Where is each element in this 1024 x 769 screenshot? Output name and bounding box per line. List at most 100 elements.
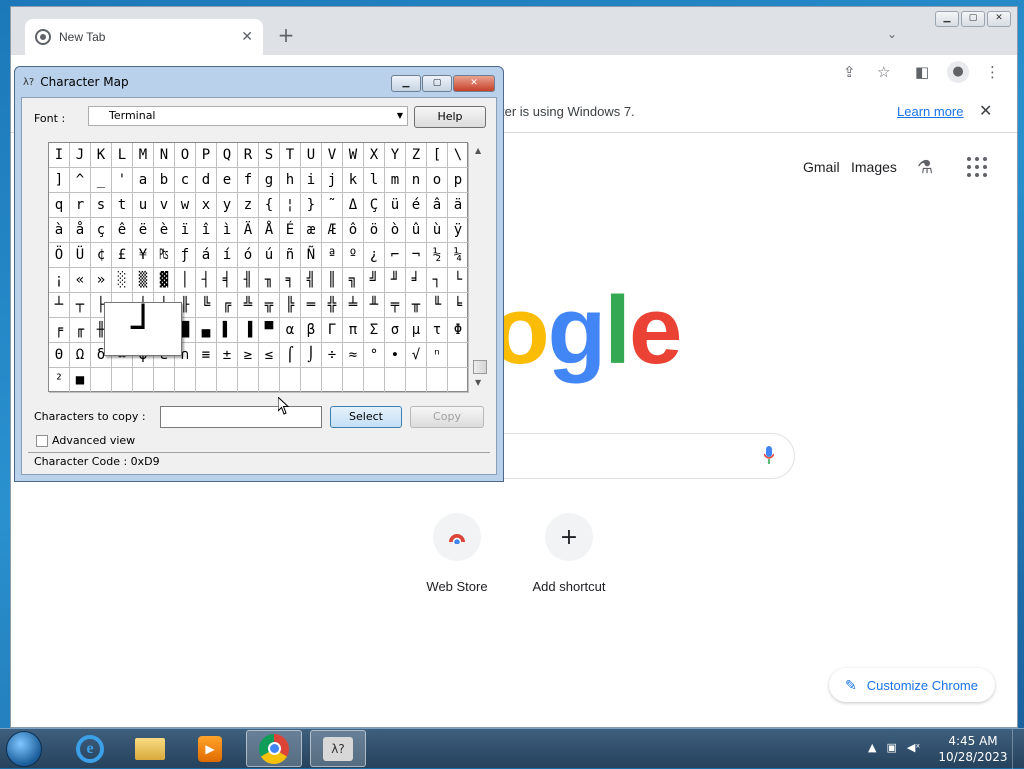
character-cell[interactable]: U	[301, 143, 322, 168]
select-button[interactable]: Select	[330, 406, 402, 428]
character-cell[interactable]: g	[259, 168, 280, 193]
character-cell[interactable]	[91, 368, 112, 393]
show-hidden-icons-icon[interactable]: ▲	[868, 741, 876, 754]
character-cell[interactable]: Ü	[70, 243, 91, 268]
character-cell[interactable]: ƒ	[175, 243, 196, 268]
charmap-maximize-button[interactable]: ▢	[422, 75, 452, 92]
character-cell[interactable]: W	[343, 143, 364, 168]
character-cell[interactable]: Ä	[238, 218, 259, 243]
character-cell[interactable]: ⌠	[280, 343, 301, 368]
character-cell[interactable]: ₧	[154, 243, 175, 268]
character-cell[interactable]: Ω	[70, 343, 91, 368]
character-cell[interactable]: ╛	[406, 268, 427, 293]
character-cell[interactable]: ╘	[448, 293, 469, 318]
character-cell[interactable]: b	[154, 168, 175, 193]
volume-muted-icon[interactable]: ◀ˣ	[907, 741, 920, 754]
character-cell[interactable]: Φ	[448, 318, 469, 343]
character-cell[interactable]	[196, 368, 217, 393]
tab-close-icon[interactable]: ✕	[241, 29, 253, 45]
character-cell[interactable]: ╗	[343, 268, 364, 293]
character-cell[interactable]: â	[427, 193, 448, 218]
character-cell[interactable]: S	[259, 143, 280, 168]
character-cell[interactable]: R	[238, 143, 259, 168]
character-cell[interactable]: ■	[70, 368, 91, 393]
character-cell[interactable]	[175, 368, 196, 393]
character-grid-scrollbar[interactable]: ▲ ▼	[472, 142, 488, 392]
character-cell[interactable]: ¦	[280, 193, 301, 218]
show-desktop-button[interactable]	[1012, 729, 1024, 769]
character-cell[interactable]: P	[196, 143, 217, 168]
character-cell[interactable]: ┬	[70, 293, 91, 318]
character-cell[interactable]	[448, 368, 469, 393]
character-cell[interactable]	[448, 343, 469, 368]
character-cell[interactable]: ì	[217, 218, 238, 243]
character-cell[interactable]	[280, 368, 301, 393]
bookmark-star-icon[interactable]: ☆	[877, 63, 890, 81]
character-cell[interactable]: ░	[112, 268, 133, 293]
character-cell[interactable]: ╦	[259, 293, 280, 318]
character-cell[interactable]: J	[70, 143, 91, 168]
character-cell[interactable]: ï	[175, 218, 196, 243]
character-cell[interactable]	[301, 368, 322, 393]
scroll-up-icon[interactable]: ▲	[475, 146, 481, 155]
character-cell[interactable]: å	[70, 218, 91, 243]
character-cell[interactable]: î	[196, 218, 217, 243]
character-cell[interactable]: K	[91, 143, 112, 168]
network-icon[interactable]: ▣	[886, 741, 896, 754]
character-cell[interactable]: ½	[427, 243, 448, 268]
character-cell[interactable]: ╒	[49, 318, 70, 343]
character-cell[interactable]: ⁿ	[427, 343, 448, 368]
character-cell[interactable]	[154, 368, 175, 393]
character-cell[interactable]: I	[49, 143, 70, 168]
character-cell[interactable]: ▄	[196, 318, 217, 343]
character-cell[interactable]: ò	[385, 218, 406, 243]
character-cell[interactable]: a	[133, 168, 154, 193]
character-cell[interactable]: │	[175, 268, 196, 293]
character-cell[interactable]: α	[280, 318, 301, 343]
character-cell[interactable]: ≥	[238, 343, 259, 368]
character-cell[interactable]: ¬	[406, 243, 427, 268]
character-cell[interactable]: ]	[49, 168, 70, 193]
scrollbar-thumb[interactable]	[473, 360, 487, 374]
character-cell[interactable]: ═	[301, 293, 322, 318]
character-cell[interactable]	[112, 368, 133, 393]
character-cell[interactable]: X	[364, 143, 385, 168]
character-cell[interactable]: N	[154, 143, 175, 168]
character-cell[interactable]: ▐	[238, 318, 259, 343]
character-cell[interactable]: L	[112, 143, 133, 168]
character-cell[interactable]: \	[448, 143, 469, 168]
character-cell[interactable]: ˜	[322, 193, 343, 218]
character-cell[interactable]	[217, 368, 238, 393]
customize-chrome-button[interactable]: ✎ Customize Chrome	[829, 668, 995, 702]
scroll-down-icon[interactable]: ▼	[475, 378, 481, 387]
character-cell[interactable]: ^	[70, 168, 91, 193]
character-cell[interactable]: °	[364, 343, 385, 368]
character-cell[interactable]: ²	[49, 368, 70, 393]
character-cell[interactable]: M	[133, 143, 154, 168]
character-cell[interactable]: é	[406, 193, 427, 218]
start-button[interactable]	[6, 731, 42, 767]
character-cell[interactable]: ù	[427, 218, 448, 243]
character-cell[interactable]: ╔	[217, 293, 238, 318]
charmap-close-button[interactable]: ✕	[453, 75, 495, 92]
close-button[interactable]: ✕	[987, 11, 1011, 27]
character-cell[interactable]: i	[301, 168, 322, 193]
character-cell[interactable]: m	[385, 168, 406, 193]
character-cell[interactable]: c	[175, 168, 196, 193]
character-cell[interactable]	[427, 368, 448, 393]
character-cell[interactable]: ┐	[427, 268, 448, 293]
character-cell[interactable]: u	[133, 193, 154, 218]
character-cell[interactable]: Q	[217, 143, 238, 168]
character-cell[interactable]: τ	[427, 318, 448, 343]
character-cell[interactable]: µ	[406, 318, 427, 343]
taskbar-chrome[interactable]	[246, 730, 302, 767]
character-cell[interactable]: ▀	[259, 318, 280, 343]
advanced-view-option[interactable]: Advanced view	[36, 434, 135, 447]
character-cell[interactable]: ¡	[49, 268, 70, 293]
character-cell[interactable]: Γ	[322, 318, 343, 343]
character-cell[interactable]: à	[49, 218, 70, 243]
character-cell[interactable]: ╠	[280, 293, 301, 318]
character-cell[interactable]: ≈	[343, 343, 364, 368]
character-cell[interactable]: O	[175, 143, 196, 168]
character-cell[interactable]: ó	[238, 243, 259, 268]
